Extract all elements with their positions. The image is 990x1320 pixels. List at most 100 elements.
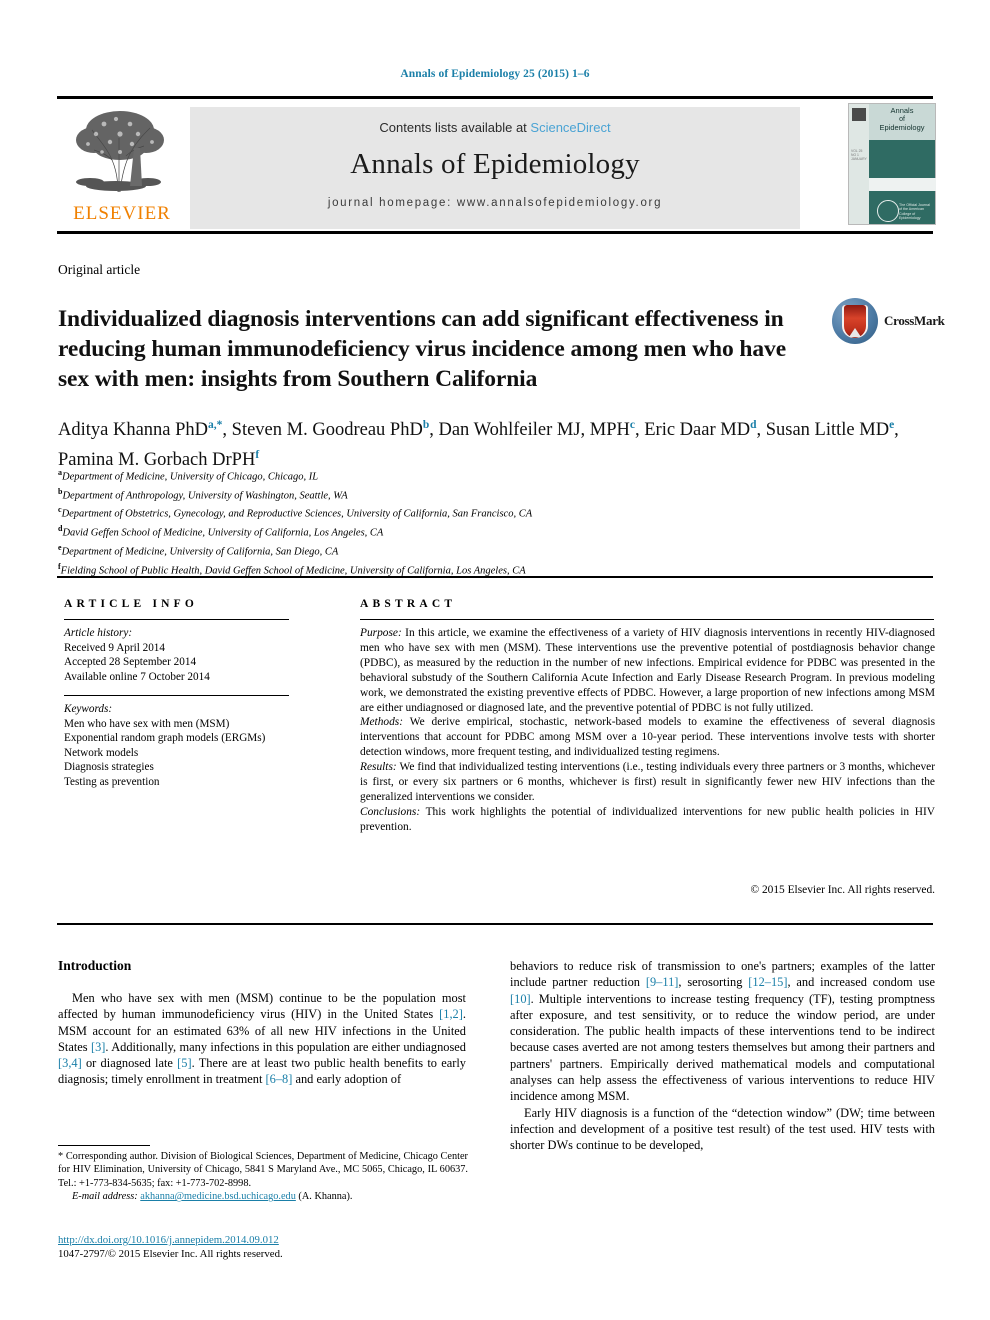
email-label: E-mail address: xyxy=(72,1191,138,1203)
author-affiliation-mark: c xyxy=(629,419,635,431)
corresponding-author-footnote: * Corresponding author. Division of Biol… xyxy=(58,1150,468,1204)
body-column-left: Introduction Men who have sex with men (… xyxy=(58,958,466,1088)
citation-link[interactable]: [5] xyxy=(177,1056,191,1070)
affiliation-text: Department of Medicine, University of Ch… xyxy=(62,471,319,483)
abstract-body: Purpose: In this article, we examine the… xyxy=(360,626,935,835)
history-item: Accepted 28 September 2014 xyxy=(64,656,197,669)
journal-homepage-link[interactable]: journal homepage: www.annalsofepidemiolo… xyxy=(190,197,800,209)
affiliation-text: Fielding School of Public Health, David … xyxy=(60,565,526,577)
abstract-section-label: Methods: xyxy=(360,716,404,729)
affiliation-text: Department of Obstetrics, Gynecology, an… xyxy=(61,508,533,520)
keywords-label: Keywords: xyxy=(64,703,113,715)
article-info-heading: ARTICLE INFO xyxy=(64,598,199,610)
author-affiliation-mark: a,* xyxy=(208,419,223,431)
affiliation-list: aDepartment of Medicine, University of C… xyxy=(58,466,938,578)
divider-above-info xyxy=(57,576,933,578)
article-type-label: Original article xyxy=(58,262,141,277)
crossmark-icon xyxy=(832,298,878,344)
cover-title-line2: of xyxy=(899,116,905,123)
cover-title: Annals of Epidemiology xyxy=(871,107,933,133)
journal-title: Annals of Epidemiology xyxy=(350,148,640,180)
author-name: Aditya Khanna PhD xyxy=(58,420,209,441)
keyword-list: Keywords: Men who have sex with men (MSM… xyxy=(64,702,309,790)
author-affiliation-mark: b xyxy=(422,419,430,431)
affiliation-item: dDavid Geffen School of Medicine, Univer… xyxy=(58,522,938,541)
article-history-label: Article history: xyxy=(64,627,133,639)
citation-link[interactable]: [3,4] xyxy=(58,1056,82,1070)
page-title: Individualized diagnosis interventions c… xyxy=(58,305,787,392)
keyword-item: Testing as prevention xyxy=(64,775,160,788)
footnote-divider xyxy=(58,1145,150,1146)
crossmark-label: CrossMark xyxy=(884,313,945,328)
history-item: Available online 7 October 2014 xyxy=(64,670,210,683)
copyright-line: © 2015 Elsevier Inc. All rights reserved… xyxy=(750,884,935,896)
cover-emblem-icon xyxy=(852,108,866,121)
citation-link[interactable]: [10] xyxy=(510,992,531,1006)
intro-left-text: . Additionally, many infections in this … xyxy=(105,1039,466,1054)
contents-prefix: Contents lists available at xyxy=(379,120,531,135)
intro-paragraph-left: Men who have sex with men (MSM) continue… xyxy=(58,990,466,1088)
elsevier-logo: ELSEVIER xyxy=(60,103,188,229)
intro-right-text: . Multiple interventions to increase tes… xyxy=(510,991,935,1104)
cover-title-line3: Epidemiology xyxy=(879,123,925,132)
abstract-section-text: In this article, we examine the effectiv… xyxy=(360,627,935,714)
affiliation-item: cDepartment of Obstetrics, Gynecology, a… xyxy=(58,503,938,522)
article-page: Annals of Epidemiology 25 (2015) 1–6 Con… xyxy=(0,0,990,1320)
citation-link[interactable]: [6–8] xyxy=(266,1072,293,1086)
affiliation-text: Department of Medicine, University of Ca… xyxy=(61,546,339,558)
author-list: Aditya Khanna PhDa,*, Steven M. Goodreau… xyxy=(58,419,899,471)
cover-white-band xyxy=(869,178,936,191)
issn-copyright-line: 1047-2797/© 2015 Elsevier Inc. All right… xyxy=(58,1248,283,1260)
author-name: Steven M. Goodreau PhD xyxy=(231,420,423,441)
cover-side-text: VOL 25 NO 1 JANUARY xyxy=(851,149,867,162)
masthead-gray-panel: Contents lists available at ScienceDirec… xyxy=(190,107,800,229)
affiliation-text: David Geffen School of Medicine, Univers… xyxy=(62,527,384,539)
citation-link[interactable]: [3] xyxy=(91,1040,105,1054)
abstract-section: Conclusions: This work highlights the po… xyxy=(360,805,935,835)
citation-link[interactable]: [9–11] xyxy=(646,975,679,989)
affiliation-item: bDepartment of Anthropology, University … xyxy=(58,485,938,504)
doi-link[interactable]: http://dx.doi.org/10.1016/j.annepidem.20… xyxy=(58,1233,478,1247)
author-name: Eric Daar MD xyxy=(644,420,751,441)
author-affiliation-mark: f xyxy=(255,449,260,462)
intro-paragraph-right-1: behaviors to reduce risk of transmission… xyxy=(510,958,935,1105)
email-link[interactable]: akhanna@medicine.bsd.uchicago.edu xyxy=(140,1191,296,1202)
divider-article-info xyxy=(64,619,289,620)
introduction-heading: Introduction xyxy=(58,958,132,973)
intro-left-text: or diagnosed late xyxy=(81,1056,178,1071)
affiliation-item: aDepartment of Medicine, University of C… xyxy=(58,466,938,485)
abstract-section-text: This work highlights the potential of in… xyxy=(360,805,935,833)
author-name: Dan Wohlfeiler MJ, MPH xyxy=(438,420,630,441)
journal-cover-thumbnail: VOL 25 NO 1 JANUARY Annals of Epidemiolo… xyxy=(848,103,936,225)
intro-paragraph-right-2: Early HIV diagnosis is a function of the… xyxy=(510,1105,935,1153)
citation-link[interactable]: [12–15] xyxy=(748,975,787,989)
keyword-item: Network models xyxy=(64,746,139,759)
author-affiliation-mark: e xyxy=(889,419,895,431)
history-item: Received 9 April 2014 xyxy=(64,641,165,654)
cover-sidebar xyxy=(849,104,869,224)
elsevier-tree-icon xyxy=(66,108,174,196)
crossmark-badge[interactable]: CrossMark xyxy=(832,296,947,348)
intro-left-text: and early adoption of xyxy=(292,1072,402,1087)
cover-title-line1: Annals xyxy=(890,106,914,115)
citation-link[interactable]: [1,2] xyxy=(439,1007,463,1021)
email-suffix: (A. Khanna). xyxy=(295,1191,353,1203)
journal-masthead: Contents lists available at ScienceDirec… xyxy=(57,96,933,234)
affiliation-item: eDepartment of Medicine, University of C… xyxy=(58,541,938,560)
author-affiliation-mark: d xyxy=(750,419,757,431)
abstract-section: Results: We find that individualized tes… xyxy=(360,760,935,805)
footnote-star-text: * Corresponding author. Division of Biol… xyxy=(58,1151,468,1189)
sciencedirect-link[interactable]: ScienceDirect xyxy=(530,120,610,135)
contents-line: Contents lists available at ScienceDirec… xyxy=(190,107,800,135)
keyword-item: Exponential random graph models (ERGMs) xyxy=(64,732,266,745)
keyword-item: Diagnosis strategies xyxy=(64,761,154,774)
abstract-section-text: We derive empirical, stochastic, network… xyxy=(360,716,935,759)
crossmark-notch xyxy=(849,328,861,337)
body-column-right: behaviors to reduce risk of transmission… xyxy=(510,958,935,1154)
abstract-section: Purpose: In this article, we examine the… xyxy=(360,626,935,715)
elsevier-wordmark: ELSEVIER xyxy=(73,203,171,224)
divider-below-abstract xyxy=(57,923,933,925)
abstract-section-text: We find that individualized testing inte… xyxy=(360,761,935,803)
cover-seal-icon xyxy=(877,200,899,222)
divider-abstract xyxy=(360,619,934,620)
